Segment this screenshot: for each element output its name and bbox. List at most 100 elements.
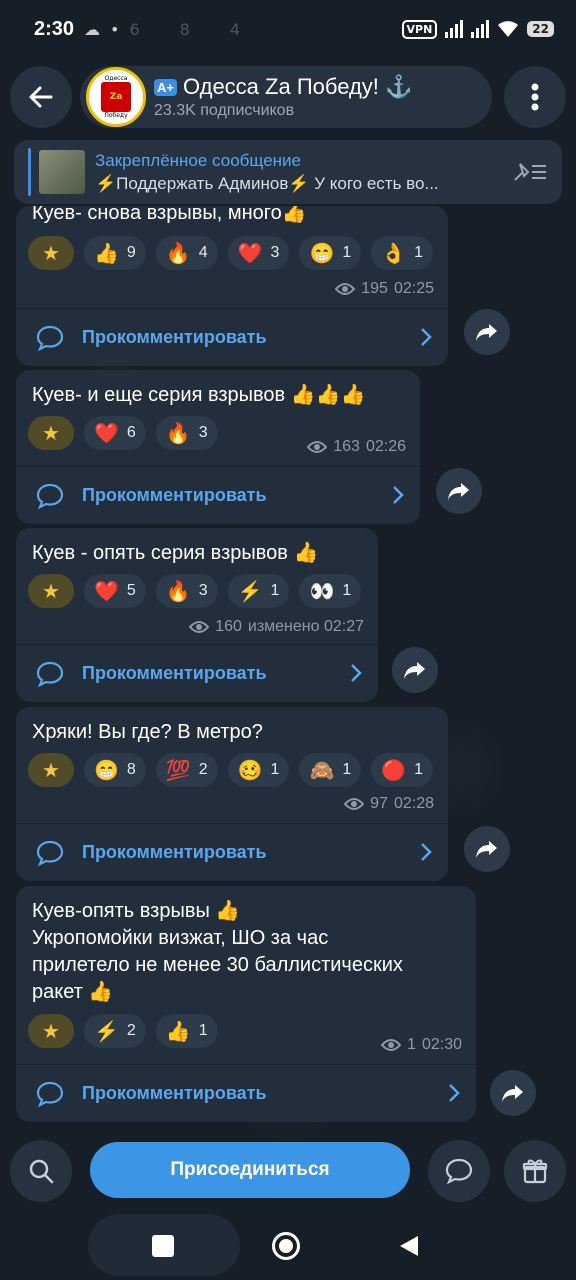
eye-icon xyxy=(189,621,210,633)
reaction-chip[interactable]: ⚡ 2 xyxy=(84,1014,146,1048)
reaction-emoji: ❤️ xyxy=(94,580,119,603)
reaction-count: 2 xyxy=(198,761,208,778)
channel-post[interactable]: Куев- и еще серия взрывов 👍👍👍 ★ ❤️ 6 🔥 3 1… xyxy=(16,370,420,524)
search-icon xyxy=(29,1159,54,1184)
post-meta: 160 изменено 02:27 xyxy=(189,618,364,636)
chevron-right-icon xyxy=(421,843,432,861)
reaction-count: 1 xyxy=(270,761,280,778)
reaction-chip[interactable]: 😁 8 xyxy=(84,753,146,787)
subscriber-count: 23.3K подписчиков xyxy=(154,102,295,119)
post-time: 02:30 xyxy=(421,1036,462,1053)
reaction-count: 2 xyxy=(126,1022,136,1039)
share-arrow-icon xyxy=(502,1085,523,1102)
forward-button[interactable] xyxy=(490,1070,536,1116)
post-text: Куев- и еще серия взрывов 👍👍👍 xyxy=(32,384,366,406)
reaction-emoji: 🔴 xyxy=(381,759,407,782)
back-button[interactable] xyxy=(10,66,72,128)
comment-button[interactable]: Прокомментировать xyxy=(16,823,448,881)
signal-icon xyxy=(445,20,464,38)
reaction-count: 8 xyxy=(126,761,136,778)
reaction-chip[interactable]: 🔥 4 xyxy=(155,236,218,270)
reaction-emoji: ⚡ xyxy=(94,1020,119,1043)
post-text: Куев - опять серия взрывов 👍 xyxy=(32,542,319,564)
comment-button[interactable]: Прокомментировать xyxy=(16,644,378,702)
star-reaction[interactable]: ★ xyxy=(28,753,74,787)
post-text: Куев-опять взрывы 👍 Укропомойки визжат, … xyxy=(32,900,403,1003)
ghost-count-1: 6 xyxy=(129,19,140,39)
star-reaction[interactable]: ★ xyxy=(28,1014,74,1048)
join-channel-button[interactable]: Присоединиться xyxy=(90,1142,410,1198)
reaction-emoji: 😁 xyxy=(309,242,335,265)
reaction-emoji: 🔥 xyxy=(165,580,191,603)
reaction-chip[interactable]: 💯 2 xyxy=(155,753,218,787)
reaction-count: 1 xyxy=(414,244,424,261)
pinned-message-bar[interactable]: Закреплённое сообщение ⚡Поддержать Админ… xyxy=(14,140,562,204)
reaction-chip[interactable]: 🙈 1 xyxy=(299,753,362,787)
comment-button[interactable]: Прокомментировать xyxy=(16,308,448,366)
more-menu-button[interactable] xyxy=(504,66,566,128)
gift-button[interactable] xyxy=(504,1140,566,1202)
view-count: 195 xyxy=(361,280,388,297)
reaction-chip[interactable]: 🔥 3 xyxy=(155,574,218,608)
channel-post[interactable]: Куев- снова взрывы, много👍 ★ 👍 9 🔥 4 ❤️ 3 😁… xyxy=(16,206,448,366)
pinned-indicator xyxy=(28,148,31,196)
forward-button[interactable] xyxy=(392,647,438,693)
channel-header[interactable]: Одесса Za Победу A+ Одесса Za Победу! ⚓ … xyxy=(80,66,492,128)
reaction-chip[interactable]: 👌 1 xyxy=(371,236,434,270)
channel-post[interactable]: Хряки! Вы где? В метро? ★ 😁 8 💯 2 🥴 1 🙈 1 🔴 1… xyxy=(16,707,448,881)
star-icon: ★ xyxy=(42,580,60,603)
post-time: 02:26 xyxy=(365,438,406,455)
star-reaction[interactable]: ★ xyxy=(28,236,74,270)
home-dot-icon xyxy=(279,1239,293,1253)
star-icon: ★ xyxy=(42,759,60,782)
star-icon: ★ xyxy=(42,422,60,445)
post-text: Куев- снова взрывы, много👍 xyxy=(32,206,307,224)
eye-icon xyxy=(307,441,328,453)
channel-post[interactable]: Куев-опять взрывы 👍 Укропомойки визжат, … xyxy=(16,886,476,1122)
reaction-chip[interactable]: ⚡ 1 xyxy=(227,574,290,608)
post-meta: 163 02:26 xyxy=(307,438,406,456)
discussion-button[interactable] xyxy=(428,1140,490,1202)
reaction-chip[interactable]: ❤️ 5 xyxy=(84,574,146,608)
forward-button[interactable] xyxy=(436,468,482,514)
status-bar: 2:30 ☁ • 6 8 4 VPN 22 xyxy=(0,0,576,58)
reaction-count: 1 xyxy=(342,582,352,599)
reaction-chip[interactable]: 👀 1 xyxy=(299,574,362,608)
comment-label: Прокомментировать xyxy=(82,327,267,347)
star-reaction[interactable]: ★ xyxy=(28,574,74,608)
reaction-count: 1 xyxy=(198,1022,208,1039)
search-button[interactable] xyxy=(10,1140,72,1202)
reaction-chip[interactable]: 🥴 1 xyxy=(227,753,290,787)
status-time: 2:30 xyxy=(34,17,75,40)
comment-button[interactable]: Прокомментировать xyxy=(16,466,420,524)
comment-label: Прокомментировать xyxy=(82,842,267,862)
pin-list-icon[interactable] xyxy=(512,160,548,184)
home-button[interactable] xyxy=(272,1232,300,1260)
reaction-chip[interactable]: 😁 1 xyxy=(299,236,362,270)
reaction-chip[interactable]: 👍 1 xyxy=(155,1014,218,1048)
comment-icon xyxy=(36,661,64,687)
crest-icon: Za xyxy=(101,82,131,112)
forward-button[interactable] xyxy=(464,309,510,355)
reaction-count: 4 xyxy=(198,244,208,261)
avatar-text-top: Одесса xyxy=(104,75,128,82)
reaction-chip[interactable]: 👍 9 xyxy=(84,236,146,270)
gift-icon xyxy=(522,1159,548,1184)
comment-button[interactable]: Прокомментировать xyxy=(16,1064,476,1122)
reaction-chip[interactable]: 🔴 1 xyxy=(371,753,434,787)
dot-icon: • xyxy=(110,19,120,39)
recents-button[interactable] xyxy=(152,1235,174,1257)
reaction-emoji: 👍 xyxy=(165,1020,191,1043)
forward-button[interactable] xyxy=(464,826,510,872)
reaction-chip[interactable]: ❤️ 3 xyxy=(227,236,290,270)
reaction-chip[interactable]: 🔥 3 xyxy=(155,416,218,450)
arrow-left-icon xyxy=(29,86,53,108)
view-count: 1 xyxy=(407,1036,416,1053)
avatar-text-bottom: Победу xyxy=(104,112,128,119)
share-arrow-icon xyxy=(476,324,497,341)
channel-post[interactable]: Куев - опять серия взрывов 👍 ★ ❤️ 5 🔥 3 ⚡ 1… xyxy=(16,528,378,702)
reaction-chip[interactable]: ❤️ 6 xyxy=(84,416,146,450)
back-nav-button[interactable] xyxy=(398,1234,420,1258)
view-count: 160 xyxy=(215,618,242,635)
star-reaction[interactable]: ★ xyxy=(28,416,74,450)
